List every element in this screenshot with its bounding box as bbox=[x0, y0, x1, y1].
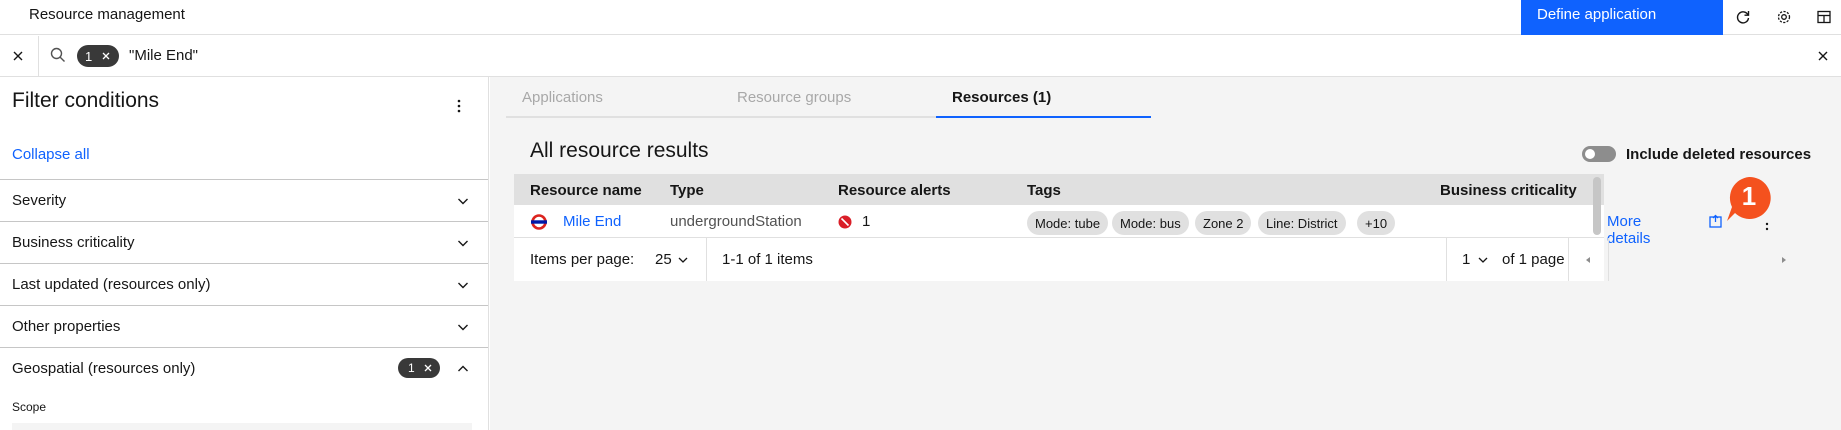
filter-label: Severity bbox=[12, 192, 67, 209]
divider bbox=[1446, 238, 1447, 281]
column-header[interactable]: Resource name bbox=[530, 182, 642, 199]
launch-icon[interactable] bbox=[1708, 213, 1724, 229]
filter-label: Last updated (resources only) bbox=[12, 276, 211, 293]
filter-last-updated[interactable]: Last updated (resources only) bbox=[0, 263, 488, 305]
filter-geospatial[interactable]: Geospatial (resources only) 1 bbox=[0, 347, 488, 389]
refresh-icon[interactable] bbox=[1732, 6, 1754, 28]
more-tags-chip[interactable]: +10 bbox=[1357, 211, 1396, 235]
page-select[interactable]: 1 bbox=[1462, 251, 1470, 268]
search-input[interactable]: "Mile End" bbox=[129, 47, 198, 64]
underground-logo-icon bbox=[530, 213, 548, 231]
close-icon[interactable] bbox=[8, 46, 28, 66]
column-header[interactable]: Type bbox=[670, 182, 704, 199]
more-details-link[interactable]: More details bbox=[1607, 213, 1650, 247]
chevron-down-icon bbox=[455, 277, 471, 293]
include-deleted-toggle[interactable] bbox=[1582, 146, 1616, 162]
table-header: Resource name Type Resource alerts Tags … bbox=[514, 174, 1604, 205]
next-page-button[interactable] bbox=[1764, 238, 1804, 281]
overflow-menu-icon[interactable] bbox=[448, 95, 470, 117]
filter-count: 1 bbox=[85, 48, 93, 64]
items-per-page-select[interactable]: 25 bbox=[655, 251, 672, 268]
column-header[interactable]: Business criticality bbox=[1440, 182, 1577, 199]
row-overflow-menu-icon[interactable] bbox=[1760, 221, 1774, 237]
divider bbox=[706, 238, 707, 281]
callout-number: 1 bbox=[1741, 181, 1757, 211]
layout-icon[interactable] bbox=[1813, 6, 1835, 28]
tab-applications[interactable]: Applications bbox=[506, 77, 721, 118]
define-application-button[interactable]: Define application bbox=[1521, 0, 1723, 35]
filter-panel: Filter conditions Collapse all Severity … bbox=[0, 77, 489, 430]
filter-count-tag: 1 bbox=[77, 45, 119, 67]
divider bbox=[38, 36, 39, 77]
chevron-down-icon bbox=[455, 319, 471, 335]
badge-count: 1 bbox=[408, 361, 415, 375]
step-callout-marker: 1 bbox=[1725, 175, 1773, 223]
filter-severity[interactable]: Severity bbox=[0, 179, 488, 221]
tag-chip: Line: District bbox=[1258, 211, 1346, 235]
previous-page-button[interactable] bbox=[1568, 238, 1608, 281]
filter-label: Business criticality bbox=[12, 234, 135, 251]
filter-business-criticality[interactable]: Business criticality bbox=[0, 221, 488, 263]
divider bbox=[1608, 238, 1609, 281]
items-per-page-label: Items per page: bbox=[530, 251, 635, 268]
tag-chip: Zone 2 bbox=[1195, 211, 1252, 235]
scope-label: Scope bbox=[12, 400, 47, 414]
resource-name-link[interactable]: Mile End bbox=[563, 213, 621, 230]
tag-chip: Mode: tube bbox=[1027, 211, 1109, 235]
column-header[interactable]: Tags bbox=[1027, 182, 1061, 199]
pagination: Items per page: 25 1-1 of 1 items 1 of 1… bbox=[514, 238, 1609, 281]
search-bar: 1 "Mile End" bbox=[0, 36, 1841, 77]
filter-label: Geospatial (resources only) bbox=[12, 360, 196, 377]
settings-icon[interactable] bbox=[1773, 6, 1795, 28]
item-range: 1-1 of 1 items bbox=[722, 251, 813, 268]
chevron-down-icon bbox=[455, 193, 471, 209]
search-icon bbox=[48, 45, 68, 65]
filter-label: Other properties bbox=[12, 318, 121, 335]
main-content: Applications Resource groups Resources (… bbox=[490, 77, 1841, 430]
filter-other-properties[interactable]: Other properties bbox=[0, 305, 488, 347]
collapse-all-link[interactable]: Collapse all bbox=[12, 146, 90, 163]
scrollbar[interactable] bbox=[1593, 177, 1601, 235]
column-header[interactable]: Resource alerts bbox=[838, 182, 951, 199]
tab-resources[interactable]: Resources (1) bbox=[936, 77, 1151, 118]
chevron-up-icon bbox=[455, 361, 471, 377]
tab-resource-groups[interactable]: Resource groups bbox=[721, 77, 936, 118]
include-deleted-label: Include deleted resources bbox=[1626, 146, 1812, 163]
clear-search-icon[interactable] bbox=[1813, 46, 1833, 66]
chevron-down-icon[interactable] bbox=[1477, 253, 1489, 271]
filter-count-badge: 1 bbox=[398, 358, 440, 378]
chevron-down-icon[interactable] bbox=[677, 253, 689, 271]
app-title: Resource management bbox=[29, 6, 185, 23]
top-bar: Resource management Define application bbox=[0, 0, 1841, 35]
critical-alert-icon bbox=[838, 215, 852, 229]
filter-title: Filter conditions bbox=[12, 89, 160, 112]
resource-type: undergroundStation bbox=[670, 213, 802, 230]
table-row: Mile End undergroundStation 1 Mode: tube… bbox=[514, 205, 1722, 247]
alert-count: 1 bbox=[862, 213, 871, 230]
results-title: All resource results bbox=[530, 139, 709, 162]
tag-chip: Mode: bus bbox=[1112, 211, 1189, 235]
scope-field[interactable] bbox=[12, 423, 472, 430]
page-count: of 1 page bbox=[1502, 251, 1565, 268]
chevron-down-icon bbox=[455, 235, 471, 251]
remove-filter-icon[interactable] bbox=[421, 361, 435, 375]
remove-tag-icon[interactable] bbox=[99, 49, 113, 63]
